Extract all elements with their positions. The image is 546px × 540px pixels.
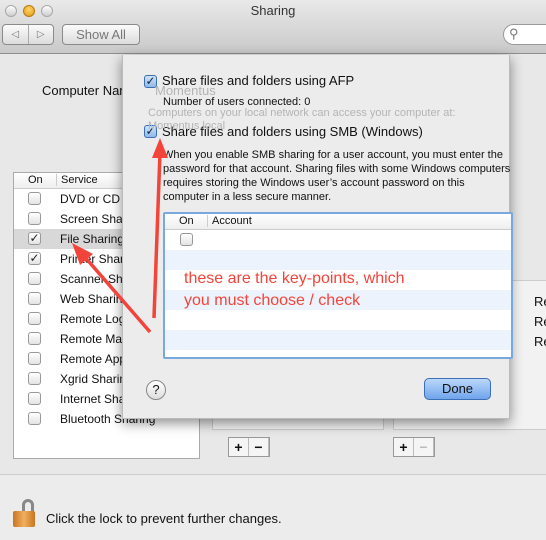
window-title: Sharing bbox=[250, 3, 296, 18]
annotation-text: these are the key-points, which you must… bbox=[184, 268, 405, 312]
lock-text: Click the lock to prevent further change… bbox=[46, 511, 282, 526]
accounts-header: On Account bbox=[165, 214, 511, 230]
computer-name-value[interactable]: Momentus bbox=[155, 83, 216, 98]
service-checkbox[interactable] bbox=[28, 192, 41, 205]
add-folder-button[interactable]: + bbox=[229, 438, 249, 456]
col-on: On bbox=[179, 215, 194, 227]
toolbar: Sharing ◁ ▷ Show All ⚲ bbox=[0, 0, 546, 54]
lock-open-icon[interactable] bbox=[13, 499, 35, 527]
remove-folder-button[interactable]: − bbox=[249, 438, 269, 456]
permission-items: Re Re Re bbox=[534, 292, 546, 352]
service-checkbox[interactable] bbox=[28, 392, 41, 405]
show-all-button[interactable]: Show All bbox=[62, 24, 140, 45]
folder-plus-minus: + − bbox=[228, 437, 270, 457]
service-label: File Sharing bbox=[60, 232, 125, 246]
service-checkbox[interactable] bbox=[28, 352, 41, 365]
col-service: Service bbox=[56, 174, 98, 186]
smb-description: When you enable SMB sharing for a user a… bbox=[163, 149, 511, 203]
col-account: Account bbox=[207, 215, 252, 227]
account-row[interactable] bbox=[165, 230, 511, 250]
forward-button[interactable]: ▷ bbox=[29, 25, 54, 44]
service-checkbox[interactable]: ✓ bbox=[28, 232, 41, 245]
service-label: Web Sharing bbox=[60, 292, 130, 306]
service-checkbox[interactable] bbox=[28, 292, 41, 305]
user-plus-minus: + − bbox=[393, 437, 435, 457]
service-checkbox[interactable] bbox=[28, 332, 41, 345]
remove-user-button[interactable]: − bbox=[414, 438, 434, 456]
footer: Click the lock to prevent further change… bbox=[0, 474, 546, 540]
back-forward-control: ◁ ▷ bbox=[2, 24, 54, 45]
help-button[interactable]: ? bbox=[146, 380, 166, 400]
back-button[interactable]: ◁ bbox=[3, 25, 29, 44]
search-input[interactable]: ⚲ bbox=[503, 24, 546, 45]
perm-item: Re bbox=[534, 294, 546, 309]
service-checkbox[interactable] bbox=[28, 412, 41, 425]
search-icon: ⚲ bbox=[509, 26, 519, 41]
computer-name-desc: Computers on your local network can acce… bbox=[148, 107, 456, 132]
service-checkbox[interactable] bbox=[28, 212, 41, 225]
annotation-line-2: you must choose / check bbox=[184, 292, 361, 309]
add-user-button[interactable]: + bbox=[394, 438, 414, 456]
perm-item: Re bbox=[534, 334, 546, 349]
done-button[interactable]: Done bbox=[424, 378, 491, 400]
col-on: On bbox=[28, 174, 43, 186]
service-checkbox[interactable]: ✓ bbox=[28, 252, 41, 265]
service-checkbox[interactable] bbox=[28, 272, 41, 285]
annotation-line-1: these are the key-points, which bbox=[184, 270, 405, 287]
service-checkbox[interactable] bbox=[28, 372, 41, 385]
service-checkbox[interactable] bbox=[28, 312, 41, 325]
perm-item: Re bbox=[534, 314, 546, 329]
account-checkbox[interactable] bbox=[180, 233, 193, 246]
